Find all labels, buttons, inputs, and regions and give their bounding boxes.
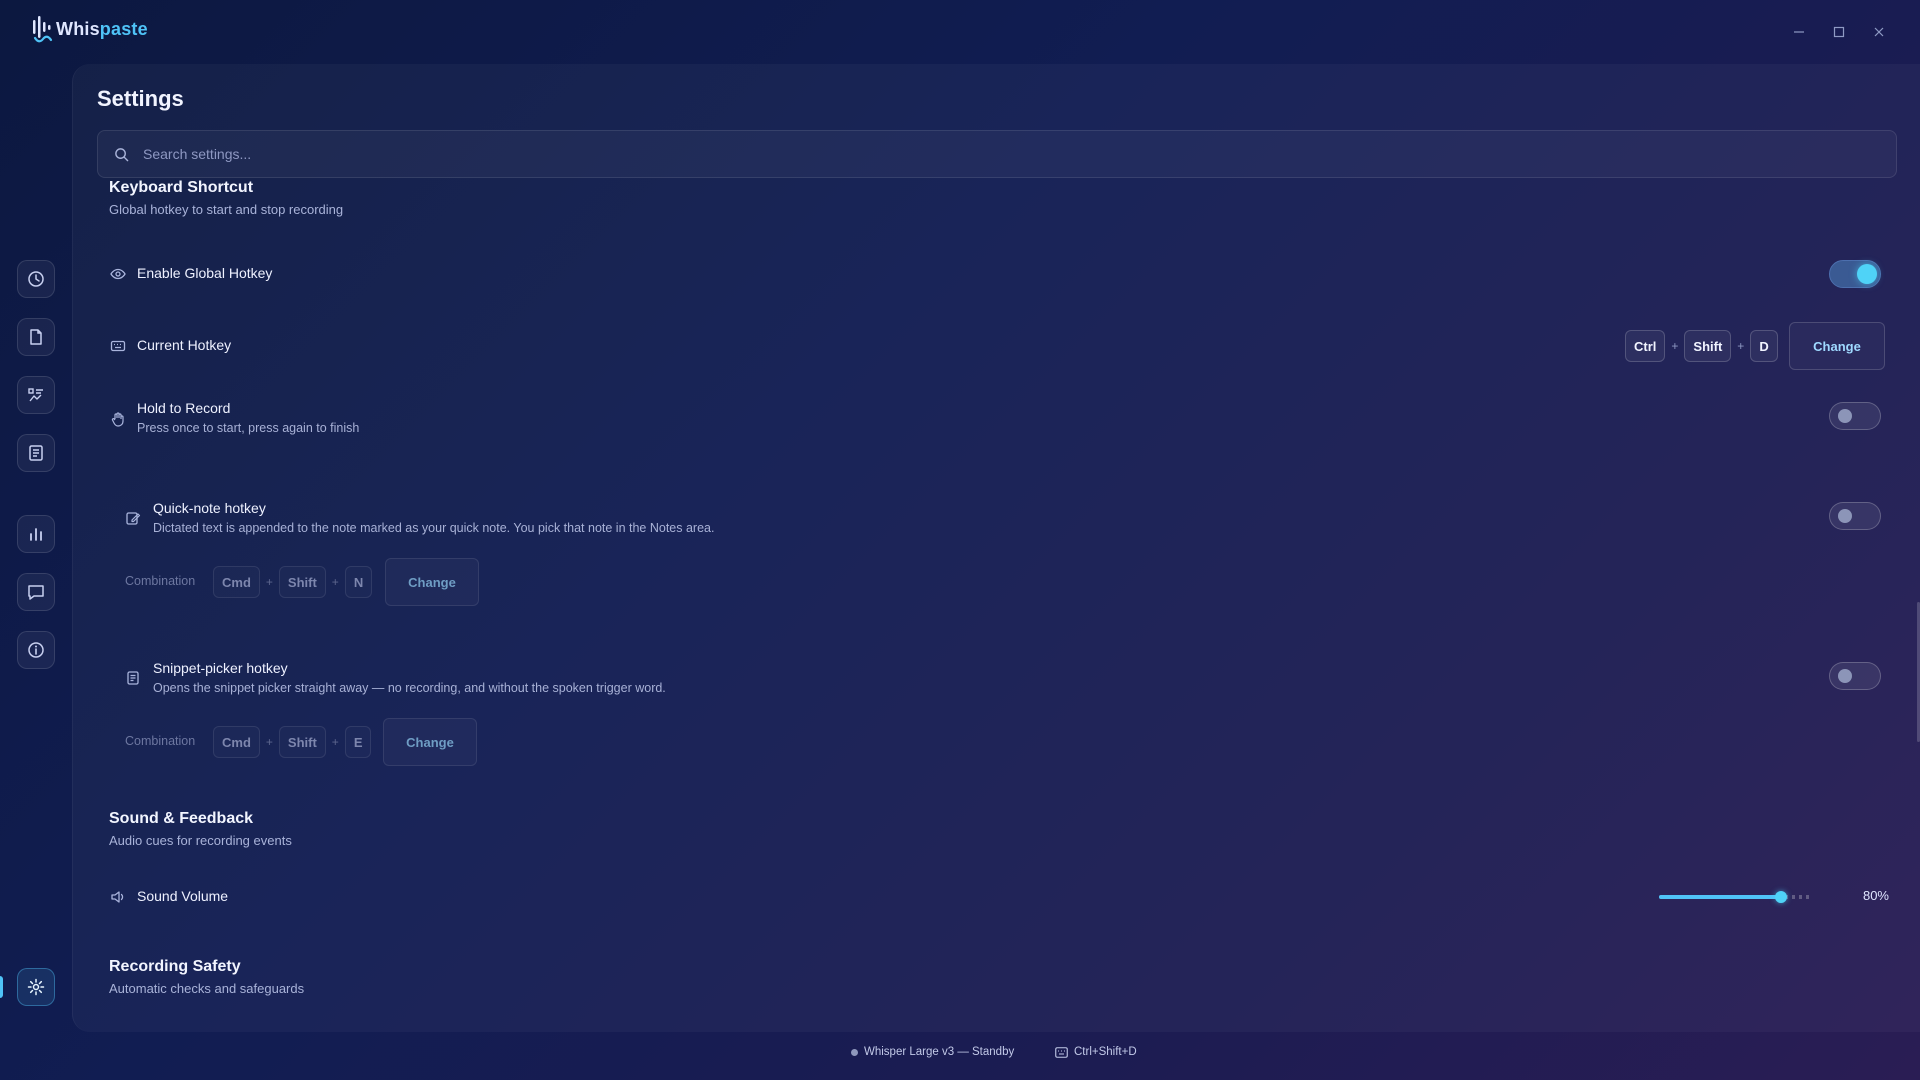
key-cap: E (344, 726, 372, 758)
search-icon (115, 147, 129, 161)
toggle-knob (1857, 264, 1877, 284)
title-bar: Whispaste (0, 0, 1920, 64)
sidebar-item-documents[interactable] (17, 318, 55, 356)
key-cap: Ctrl (1625, 330, 1666, 362)
keyboard-icon (109, 337, 127, 355)
app-logo: Whispaste (32, 14, 148, 44)
maximize-icon[interactable] (1827, 20, 1851, 44)
history-icon (28, 271, 44, 287)
quick-note-description: Dictated text is appended to the note ma… (153, 521, 715, 535)
key-plus: + (265, 575, 273, 589)
quick-note-combination-label: Combination (125, 574, 196, 588)
edit-note-icon (124, 509, 142, 527)
active-indicator (0, 976, 3, 998)
document-icon (30, 329, 42, 345)
quick-note-keys: Cmd + Shift + N (213, 566, 373, 598)
status-hotkey: Ctrl+Shift+D (1055, 1046, 1137, 1058)
toggle-knob (1838, 669, 1852, 683)
settings-panel: Settings Keyboard Shortcut Global hotkey… (72, 64, 1920, 1032)
sidebar-item-about[interactable] (17, 631, 55, 669)
status-dot (851, 1048, 858, 1056)
key-cap: Shift (1684, 330, 1732, 362)
quick-note-label: Quick-note hotkey (153, 500, 266, 516)
snippets-icon (28, 388, 43, 402)
eye-icon (109, 265, 127, 283)
sidebar-item-notes[interactable] (17, 434, 55, 472)
sound-volume-label: Sound Volume (137, 888, 229, 904)
snippet-picker-toggle[interactable] (1829, 662, 1881, 690)
snippet-picker-keys: Cmd + Shift + E (213, 726, 372, 758)
sound-volume-value: 80% (1862, 888, 1889, 903)
snippet-picker-change-button[interactable]: Change (383, 718, 477, 766)
toggle-knob (1838, 509, 1852, 523)
snippet-list-icon (124, 669, 142, 687)
toggle-knob (1838, 409, 1852, 423)
snippet-picker-label: Snippet-picker hotkey (153, 660, 288, 676)
sound-volume-slider[interactable] (1659, 891, 1811, 903)
sidebar-item-settings[interactable] (17, 968, 55, 1006)
feedback-icon (28, 585, 44, 600)
notes-icon (29, 445, 43, 461)
sidebar-item-feedback[interactable] (17, 573, 55, 611)
hand-icon (109, 410, 127, 428)
search-input[interactable] (143, 146, 1843, 162)
slider-thumb[interactable] (1775, 891, 1787, 903)
status-model: Whisper Large v3 — Standby (851, 1046, 1014, 1058)
section-title-safety: Recording Safety (109, 958, 241, 975)
section-subtitle-keyboard: Global hotkey to start and stop recordin… (109, 202, 344, 217)
key-plus: + (1671, 339, 1679, 353)
section-title-keyboard: Keyboard Shortcut (109, 179, 254, 196)
quick-note-change-button[interactable]: Change (385, 558, 479, 606)
enable-hotkey-toggle[interactable] (1829, 260, 1881, 288)
page-title: Settings (97, 86, 184, 111)
key-cap: D (1750, 330, 1778, 362)
gear-icon (27, 978, 45, 996)
key-cap: N (344, 566, 373, 598)
minimize-icon[interactable] (1787, 20, 1811, 44)
stats-icon (30, 528, 42, 541)
close-icon[interactable] (1867, 20, 1891, 44)
quick-note-toggle[interactable] (1829, 502, 1881, 530)
key-cap: Cmd (213, 566, 260, 598)
key-cap: Cmd (213, 726, 260, 758)
snippet-picker-combination-label: Combination (125, 734, 196, 748)
section-subtitle-sound: Audio cues for recording events (109, 833, 292, 848)
speaker-icon (109, 888, 127, 906)
search-bar[interactable] (97, 130, 1897, 178)
keyboard-icon (1055, 1046, 1068, 1058)
hold-to-record-description: Press once to start, press again to fini… (137, 421, 360, 435)
key-cap: Shift (278, 726, 326, 758)
sidebar-item-snippets[interactable] (17, 376, 55, 414)
key-plus: + (331, 735, 339, 749)
key-plus: + (331, 575, 339, 589)
key-plus: + (265, 735, 273, 749)
current-hotkey-keys: Ctrl + Shift + D (1625, 330, 1778, 362)
status-hotkey-text: Ctrl+Shift+D (1074, 1046, 1137, 1058)
waveform-logo-icon (33, 16, 53, 43)
key-cap: Shift (278, 566, 326, 598)
section-title-sound: Sound & Feedback (109, 810, 254, 827)
hold-to-record-label: Hold to Record (137, 400, 231, 416)
current-hotkey-label: Current Hotkey (137, 337, 232, 353)
slider-fill (1659, 895, 1781, 899)
hold-to-record-toggle[interactable] (1829, 402, 1881, 430)
sidebar-item-stats[interactable] (17, 515, 55, 553)
key-plus: + (1737, 339, 1745, 353)
status-model-text: Whisper Large v3 — Standby (864, 1046, 1015, 1058)
enable-hotkey-label: Enable Global Hotkey (137, 265, 273, 281)
change-hotkey-button[interactable]: Change (1789, 322, 1885, 370)
info-icon (28, 642, 44, 658)
section-subtitle-safety: Automatic checks and safeguards (109, 981, 305, 996)
app-name: Whispaste (56, 18, 148, 39)
sidebar-item-history[interactable] (17, 260, 55, 298)
snippet-picker-description: Opens the snippet picker straight away —… (153, 681, 666, 695)
